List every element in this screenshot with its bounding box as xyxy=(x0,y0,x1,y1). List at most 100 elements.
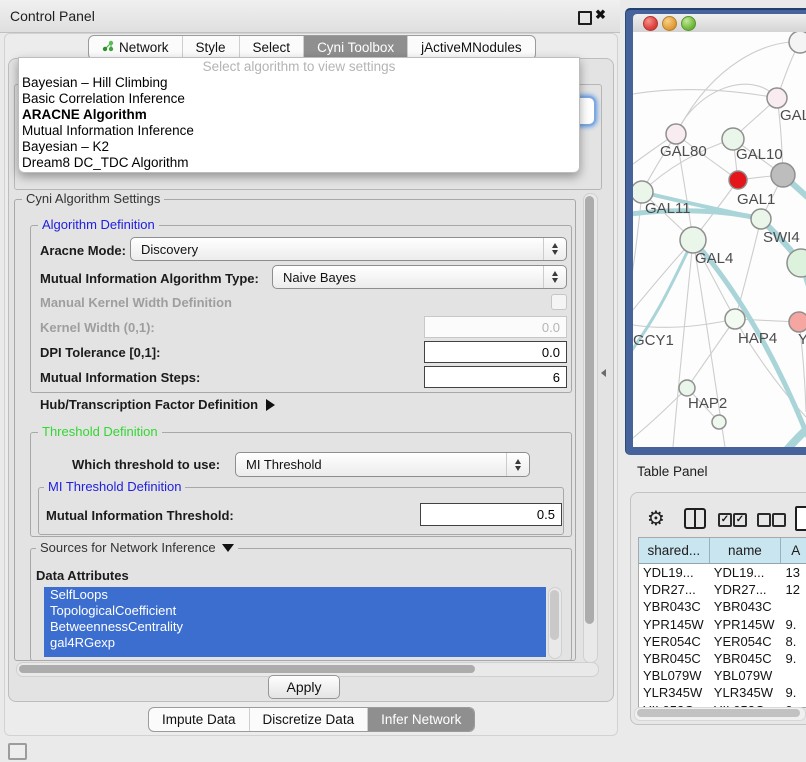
table-row[interactable]: YBR043CYBR043C xyxy=(639,598,806,615)
which-threshold-combobox[interactable]: MI Threshold xyxy=(235,452,530,477)
bottom-tab-strip: Impute DataDiscretize DataInfer Network xyxy=(148,707,475,732)
tab-style-label: Style xyxy=(196,40,226,55)
tab-jactivemnodules-label: jActiveMNodules xyxy=(421,40,522,55)
dpi-tolerance-label: DPI Tolerance [0,1]: xyxy=(40,345,160,360)
attribute-item-topologicalcoefficient[interactable]: TopologicalCoefficient xyxy=(44,603,546,619)
tab-select[interactable]: Select xyxy=(240,36,305,59)
table-row[interactable]: YDL19...YDL19...13 xyxy=(639,564,806,581)
mi-type-value: Naive Bayes xyxy=(283,270,356,285)
table-cell: YBR045C xyxy=(639,651,710,666)
table-cell: YDL19... xyxy=(639,565,710,580)
float-icon[interactable] xyxy=(578,11,592,25)
table-cell: YER054C xyxy=(639,634,710,649)
float-panel-icon[interactable] xyxy=(8,743,27,760)
algorithm-dropdown-popup: Select algorithm to view settings Bayesi… xyxy=(18,57,580,173)
tab-jactivemnodules[interactable]: jActiveMNodules xyxy=(408,36,535,59)
aracne-mode-value: Discovery xyxy=(141,242,198,257)
kernel-width-field[interactable]: 0.0 xyxy=(424,316,567,338)
bottom-tab-infer-network[interactable]: Infer Network xyxy=(368,708,474,731)
table-row[interactable]: YLR345WYLR345W9. xyxy=(639,684,806,701)
which-threshold-value: MI Threshold xyxy=(246,457,322,472)
bottom-tab-impute-data[interactable]: Impute Data xyxy=(149,708,250,731)
checkbox-checked-icon[interactable]: ✓ xyxy=(733,513,747,527)
column-header-name[interactable]: name xyxy=(710,538,782,564)
attribute-item-gal4rgexp[interactable]: gal4RGexp xyxy=(44,635,546,651)
sources-title[interactable]: Sources for Network Inference xyxy=(36,541,238,555)
network-node-gal[interactable] xyxy=(767,88,787,108)
network-window-titlebar[interactable] xyxy=(633,14,806,33)
network-node-hap4[interactable] xyxy=(725,309,745,329)
table-row[interactable]: YBL079WYBL079W xyxy=(639,667,806,684)
network-node[interactable] xyxy=(789,32,806,53)
splitter-collapse-icon[interactable] xyxy=(601,369,606,377)
aracne-mode-combobox[interactable]: Discovery xyxy=(130,237,567,261)
tab-cyni-toolbox[interactable]: Cyni Toolbox xyxy=(304,36,408,59)
hub-definition-toggle[interactable]: Hub/Transcription Factor Definition xyxy=(40,397,275,412)
checkbox-unchecked-icon[interactable] xyxy=(772,513,786,527)
apply-button[interactable]: Apply xyxy=(268,675,340,699)
table-horizontal-scrollbar-thumb[interactable] xyxy=(637,709,800,717)
zoom-traffic-light[interactable] xyxy=(681,16,696,31)
cyni-algorithm-settings-title: Cyni Algorithm Settings xyxy=(22,192,164,206)
table-cell: YDR27... xyxy=(639,582,710,597)
algorithm-dropdown-items: Bayesian – Hill ClimbingBasic Correlatio… xyxy=(19,75,579,171)
which-threshold-label: Which threshold to use: xyxy=(72,457,220,472)
network-node-gal80[interactable] xyxy=(666,124,686,144)
network-node-label-hap2: HAP2 xyxy=(688,395,727,412)
tab-style[interactable]: Style xyxy=(183,36,240,59)
table-row[interactable]: YBR045CYBR045C9. xyxy=(639,650,806,667)
network-node-label-swi4: SWI4 xyxy=(763,229,800,246)
stepper-icon xyxy=(543,266,566,288)
network-node-gal1[interactable] xyxy=(729,171,747,189)
attributes-scrollbar-thumb[interactable] xyxy=(550,590,559,640)
mi-type-combobox[interactable]: Naive Bayes xyxy=(272,265,567,289)
table-cell: YBR043C xyxy=(710,599,782,614)
settings-vertical-scrollbar-thumb[interactable] xyxy=(585,196,594,624)
network-node-hap2[interactable] xyxy=(679,380,695,396)
mi-steps-field[interactable]: 6 xyxy=(424,366,567,388)
column-header-shared[interactable]: shared... xyxy=(639,538,710,564)
algorithm-option-aracne-algorithm[interactable]: ARACNE Algorithm xyxy=(19,107,579,123)
expand-arrow-icon xyxy=(266,399,275,411)
data-attributes-list: SelfLoopsTopologicalCoefficientBetweenne… xyxy=(44,587,546,657)
network-node-y[interactable] xyxy=(789,312,806,332)
algorithm-option-dream8-dc-tdc-algorithm[interactable]: Dream8 DC_TDC Algorithm xyxy=(19,155,579,171)
checkbox-checked-icon[interactable]: ✓ xyxy=(718,513,732,527)
network-node[interactable] xyxy=(771,163,795,187)
column-header-a[interactable]: A xyxy=(781,538,806,564)
tab-network[interactable]: Network xyxy=(89,36,183,59)
close-icon[interactable]: ✖ xyxy=(595,7,606,23)
table-cell: YBL079W xyxy=(639,668,710,683)
table-cell: YBR045C xyxy=(710,651,782,666)
table-row[interactable]: YPR145WYPR145W9. xyxy=(639,616,806,633)
network-node-swi4[interactable] xyxy=(751,209,771,229)
network-icon xyxy=(102,40,114,55)
manual-kernel-checkbox[interactable] xyxy=(551,294,567,310)
algorithm-option-bayesian-k2[interactable]: Bayesian – K2 xyxy=(19,139,579,155)
algorithm-dropdown-placeholder: Select algorithm to view settings xyxy=(19,58,579,75)
table-row[interactable]: YDR27...YDR27...12 xyxy=(639,581,806,598)
algorithm-option-bayesian-hill-climbing[interactable]: Bayesian – Hill Climbing xyxy=(19,75,579,91)
network-node[interactable] xyxy=(712,415,726,429)
settings-horizontal-scrollbar-thumb[interactable] xyxy=(19,665,475,673)
table-cell: YLR345W xyxy=(710,685,782,700)
close-traffic-light[interactable] xyxy=(643,16,658,31)
algorithm-option-mutual-information-inference[interactable]: Mutual Information Inference xyxy=(19,123,579,139)
table-cell: YDR27... xyxy=(710,582,782,597)
bottom-tab-discretize-data[interactable]: Discretize Data xyxy=(250,708,369,731)
minimize-traffic-light[interactable] xyxy=(662,16,677,31)
split-pane-icon[interactable] xyxy=(684,508,706,529)
table-panel-title: Table Panel xyxy=(637,464,708,479)
checkbox-unchecked-icon[interactable] xyxy=(757,513,771,527)
table-cell: YPR145W xyxy=(710,617,782,632)
page-icon[interactable] xyxy=(795,506,806,531)
attribute-item-selfloops[interactable]: SelfLoops xyxy=(44,587,546,603)
attribute-item-betweennesscentrality[interactable]: BetweennessCentrality xyxy=(44,619,546,635)
network-canvas[interactable]: GALGAL80GAL10GAL1GAL11SWI4GAL4GCY1HAP4YH… xyxy=(633,32,806,447)
gear-icon[interactable]: ⚙ xyxy=(647,506,665,530)
algorithm-option-basic-correlation-inference[interactable]: Basic Correlation Inference xyxy=(19,91,579,107)
manual-kernel-label: Manual Kernel Width Definition xyxy=(40,295,232,310)
mi-threshold-field[interactable]: 0.5 xyxy=(420,503,562,526)
table-row[interactable]: YER054CYER054C8. xyxy=(639,633,806,650)
dpi-tolerance-field[interactable]: 0.0 xyxy=(424,341,567,363)
